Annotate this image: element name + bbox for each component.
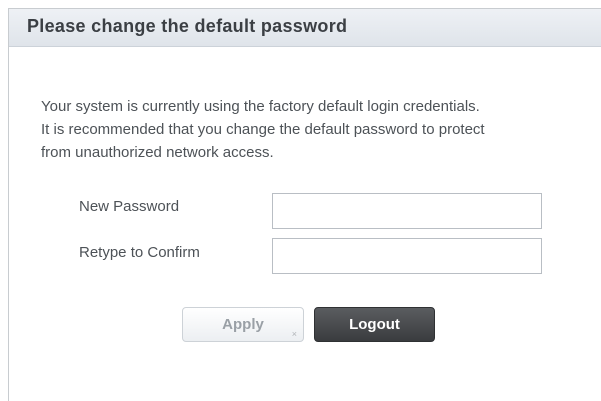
dialog-message: Your system is currently using the facto… — [41, 95, 601, 164]
new-password-label: New Password — [79, 198, 180, 215]
message-line: Your system is currently using the facto… — [41, 98, 480, 115]
dialog-title-bar: Please change the default password — [9, 9, 601, 47]
apply-button[interactable]: Apply × — [182, 307, 304, 342]
confirm-password-input[interactable] — [272, 238, 542, 274]
logout-button-label: Logout — [349, 316, 400, 333]
dialog-title: Please change the default password — [27, 16, 348, 36]
logout-button[interactable]: Logout — [314, 307, 435, 342]
change-password-dialog: Please change the default password Your … — [8, 8, 601, 401]
confirm-password-label: Retype to Confirm — [79, 244, 200, 261]
apply-button-label: Apply — [222, 316, 264, 333]
close-icon: × — [291, 329, 297, 339]
message-line: from unauthorized network access. — [41, 144, 274, 161]
new-password-input[interactable] — [272, 193, 542, 229]
message-line: It is recommended that you change the de… — [41, 121, 485, 138]
